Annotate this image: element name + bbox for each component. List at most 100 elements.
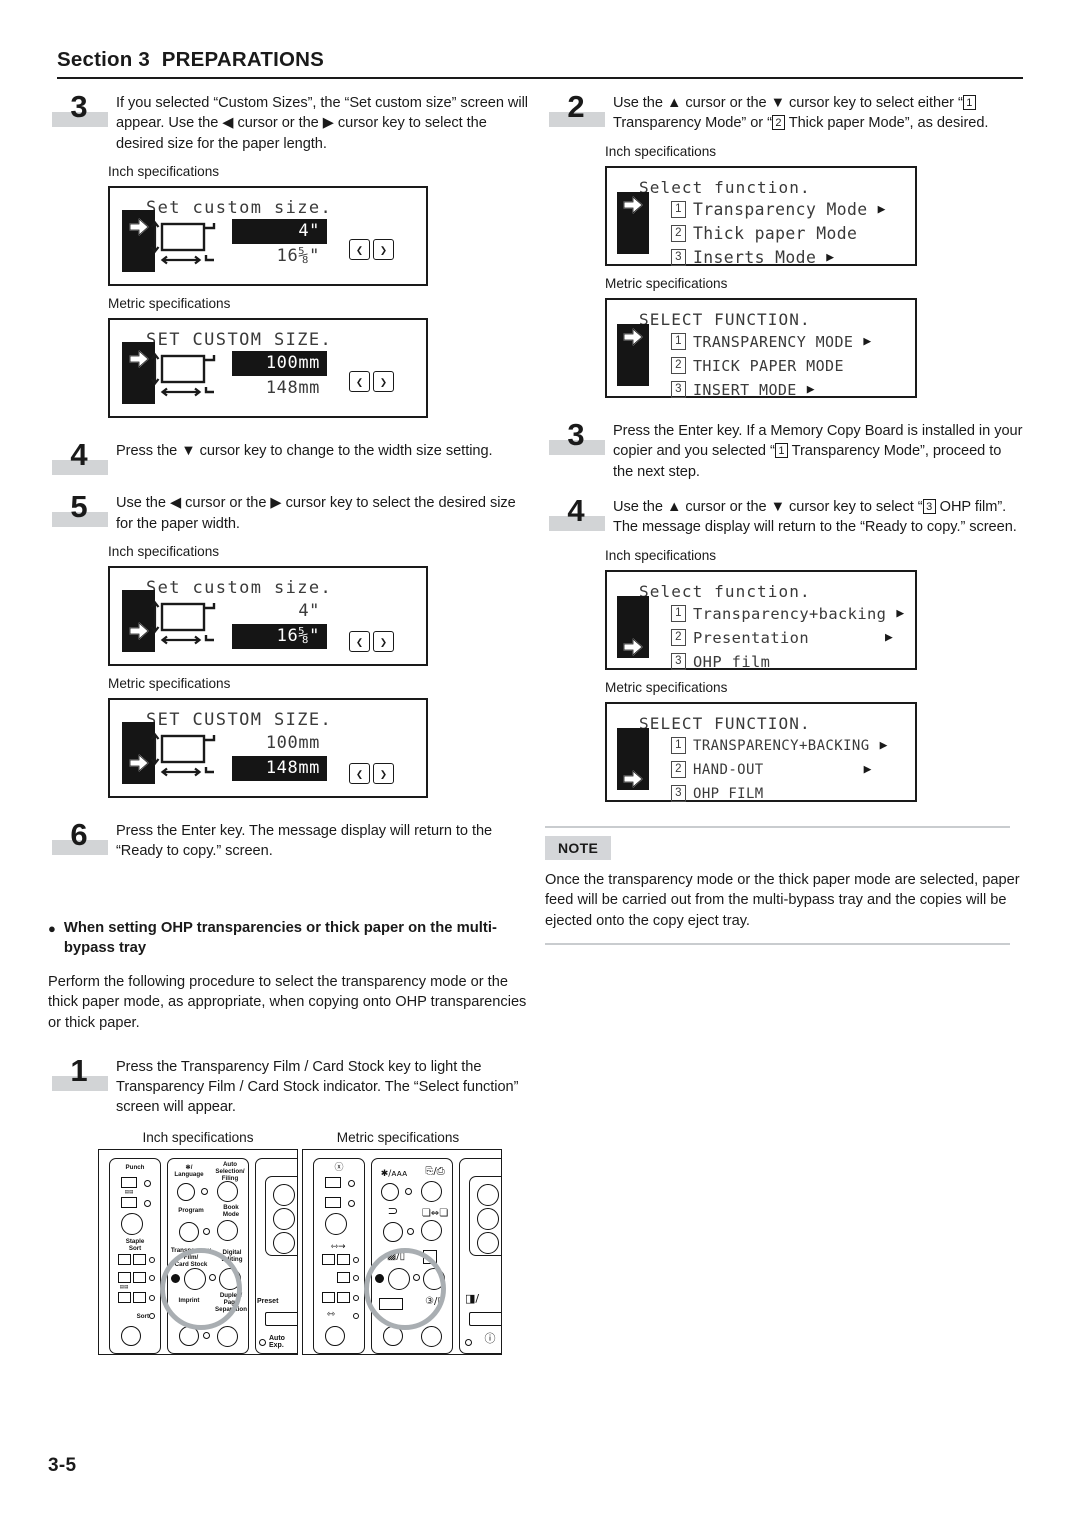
lcd-title: Select function. [639, 177, 811, 197]
caption-metric: Metric specifications [108, 676, 231, 692]
book-mode-button[interactable] [217, 1219, 238, 1241]
subsection-paragraph: Perform the following procedure to selec… [48, 973, 527, 1032]
menu-item[interactable]: 1 Transparency+backing ▶ [671, 602, 905, 626]
lcd-cursor-bar [617, 191, 649, 254]
program-button[interactable] [179, 1221, 199, 1242]
step2-pre: Use the ▲ cursor or the ▼ cursor key to … [613, 95, 963, 111]
right-arrow-key-icon[interactable]: ❯ [373, 763, 394, 785]
sort-label: Sort [136, 1312, 149, 1320]
punch-button[interactable] [121, 1212, 143, 1235]
menu-item[interactable]: 2Thick paper Mode▶ [671, 222, 905, 246]
left-arrow-key-icon[interactable]: ❮ [349, 763, 370, 785]
paper-size-icon [146, 600, 230, 656]
lcd-width-value[interactable]: 148mm [232, 376, 327, 401]
sort-led[interactable] [149, 1312, 155, 1319]
book-mode-button[interactable] [421, 1219, 442, 1241]
auto-selection-button[interactable] [421, 1180, 442, 1202]
manual-page: Section 3 PREPARATIONS 3 If you selected… [0, 0, 1080, 1528]
lcd-arrow-keys: ❮ ❯ [349, 763, 394, 785]
exposure-button-3[interactable] [477, 1231, 499, 1254]
staple-led-2[interactable] [149, 1274, 155, 1281]
lcd-width-value[interactable]: 16⅝" [232, 244, 327, 269]
menu-index: 3 [671, 785, 686, 803]
program-button[interactable] [383, 1221, 403, 1242]
staple-sub-icon: ▤▤ [119, 1284, 129, 1290]
right-arrow-key-icon[interactable]: ❯ [373, 371, 394, 393]
menu-item[interactable]: 3 Inserts Mode ▶ [671, 246, 905, 270]
punch-led-2[interactable] [144, 1199, 151, 1207]
language-label: ✻/Language [174, 1163, 204, 1178]
duplex-button[interactable] [217, 1325, 238, 1347]
auto-exposure-led[interactable] [259, 1338, 266, 1346]
punch-led-1[interactable] [348, 1179, 355, 1187]
menu-label: OHP FILM [693, 785, 764, 802]
sort-led[interactable] [353, 1312, 359, 1319]
auto-selection-button[interactable] [217, 1180, 238, 1202]
lcd-length-value[interactable]: 4" [232, 599, 327, 624]
staple-led-2[interactable] [353, 1274, 359, 1281]
menu-item[interactable]: 1 Transparency Mode ▶ [671, 198, 905, 222]
step-number: 4 [567, 493, 585, 529]
menu-item[interactable]: 2THICK PAPER MODE▶ [671, 354, 905, 378]
menu-item[interactable]: 3 INSERT MODE ▶ [671, 378, 905, 402]
sort-button[interactable] [121, 1325, 141, 1346]
lcd-width-value[interactable]: 16⅝" [232, 624, 327, 650]
menu-label: Presentation [693, 628, 809, 647]
right-column: 2 Use the ▲ cursor or the ▼ cursor key t… [545, 90, 1025, 945]
left-arrow-key-icon[interactable]: ❮ [349, 371, 370, 393]
punch-led-1[interactable] [144, 1179, 151, 1187]
exposure-button-3[interactable] [273, 1231, 295, 1254]
right-arrow-key-icon[interactable]: ❯ [373, 631, 394, 653]
staple-led-3[interactable] [149, 1294, 155, 1301]
lcd-length-value[interactable]: 100mm [232, 351, 327, 377]
exposure-button-1[interactable] [477, 1183, 499, 1206]
step-5: 5 Use the ◀ cursor or the ▶ cursor key t… [48, 490, 528, 534]
menu-item[interactable]: 3OHP film▶ [671, 650, 905, 674]
duplex-button[interactable] [421, 1325, 442, 1347]
menu-item[interactable]: 2 Presentation ▶ [671, 626, 905, 650]
book-mode-led[interactable] [203, 1227, 210, 1235]
menu-item[interactable]: 3OHP FILM▶ [671, 782, 905, 806]
staple-led-3[interactable] [353, 1294, 359, 1301]
lcd-length-value[interactable]: 4" [232, 219, 327, 245]
auto-selection-led[interactable] [201, 1187, 208, 1195]
book-mode-led[interactable] [407, 1227, 414, 1235]
exposure-button-2[interactable] [273, 1207, 295, 1230]
punch-button[interactable] [325, 1212, 347, 1235]
menu-label: Transparency Mode [693, 199, 868, 219]
submenu-arrow-icon: ▶ [826, 249, 835, 265]
exposure-button-1[interactable] [273, 1183, 295, 1206]
staple-icon-5 [337, 1291, 350, 1303]
cursor-arrow-icon [622, 195, 644, 216]
lcd-width-value[interactable]: 148mm [232, 756, 327, 782]
left-arrow-key-icon[interactable]: ❮ [349, 631, 370, 653]
left-arrow-key-icon[interactable]: ❮ [349, 239, 370, 261]
sort-button[interactable] [325, 1325, 345, 1346]
staple-led-1[interactable] [149, 1256, 155, 1263]
control-panel-metric: ⓧ ⇿→ ⇿ ✱/ᴀᴀᴀ ⎘/⎙ ⊃ ❏⇔❏ ▩/▯ ③/▯ ◨/ ⓘ [302, 1148, 502, 1355]
step-number: 6 [70, 817, 88, 853]
menu-item[interactable]: 1 TRANSPARENCY MODE ▶ [671, 330, 905, 354]
menu-item[interactable]: 1 TRANSPARENCY+BACKING ▶ [671, 734, 905, 758]
auto-exposure-led[interactable] [465, 1338, 472, 1346]
note-rule-bottom [545, 942, 1010, 945]
language-button[interactable] [381, 1182, 399, 1201]
right-arrow-key-icon[interactable]: ❯ [373, 239, 394, 261]
staple-led-1[interactable] [353, 1256, 359, 1263]
lcd-value-group: 4" 16⅝" [232, 219, 327, 269]
step-body: Use the ◀ cursor or the ▶ cursor key to … [116, 495, 516, 532]
duplex-led[interactable] [203, 1331, 210, 1339]
auto-selection-led[interactable] [405, 1187, 412, 1195]
menu-index: 1 [671, 201, 686, 219]
language-button[interactable] [177, 1182, 195, 1201]
menu-label: HAND-OUT [693, 761, 764, 778]
menu-item[interactable]: 2 HAND-OUT ▶ [671, 758, 905, 782]
lcd-select-function-metric: SELECT FUNCTION. 1 TRANSPARENCY MODE ▶ 2 TH… [605, 297, 917, 399]
paper-size-icon [146, 732, 230, 788]
punch-led-2[interactable] [348, 1199, 355, 1207]
cursor-arrow-icon [622, 327, 644, 348]
lcd-length-value[interactable]: 100mm [232, 731, 327, 756]
lcd-title: SELECT FUNCTION. [639, 713, 811, 733]
exposure-button-2[interactable] [477, 1207, 499, 1230]
preset-symbol-icon: ◨/ [465, 1291, 480, 1305]
